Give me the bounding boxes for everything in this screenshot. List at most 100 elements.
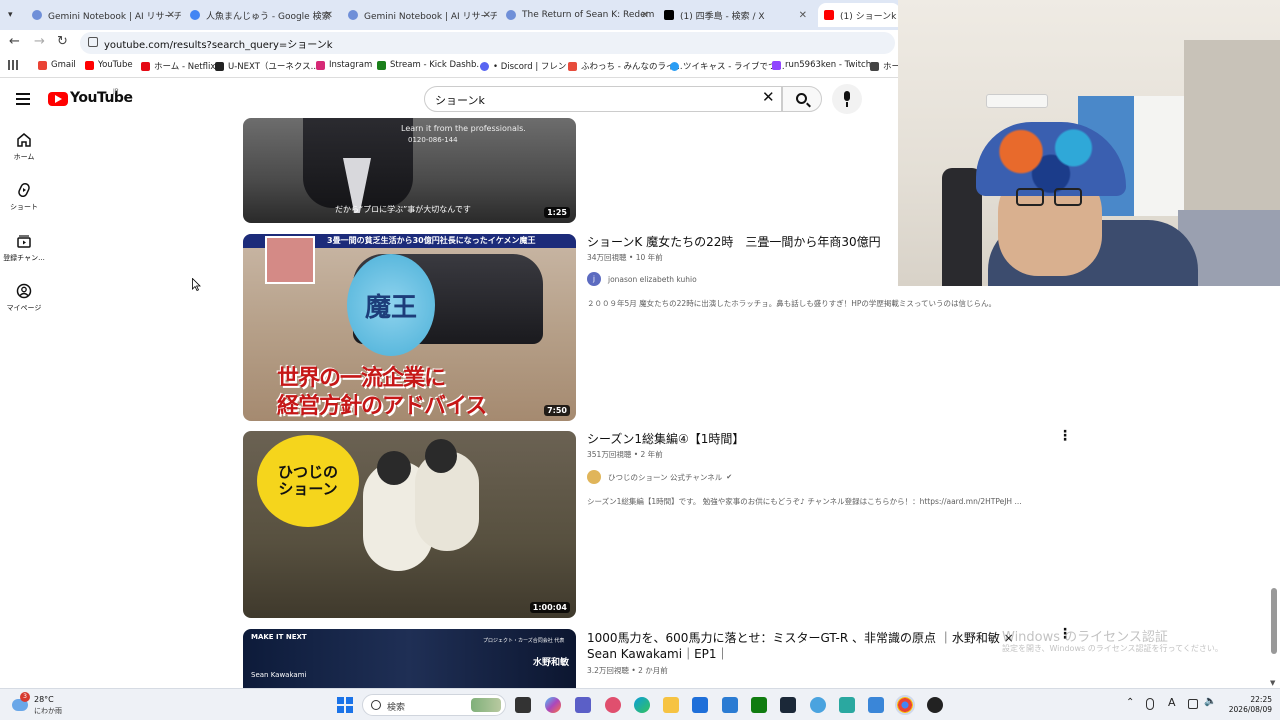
gemini-icon: [506, 10, 516, 20]
xbox-icon[interactable]: [751, 697, 767, 713]
view-count: 34万回視聴: [587, 253, 627, 262]
instagram-icon: [316, 60, 325, 70]
tab-sean-k[interactable]: The Return of Sean K: Redemp ✕: [500, 3, 655, 27]
file-explorer-icon[interactable]: [663, 697, 679, 713]
tab-google-search[interactable]: 人魚まんじゅう - Google 検索 ✕: [184, 3, 339, 27]
voice-search-button[interactable]: [832, 84, 862, 114]
x-logo-icon: [664, 10, 674, 20]
app-icon[interactable]: [810, 697, 826, 713]
channel-link[interactable]: ひつじのショーン 公式チャンネル ✔: [587, 470, 732, 484]
kick-icon: [377, 60, 386, 70]
search-icon: [371, 700, 381, 710]
app-icon[interactable]: [927, 697, 943, 713]
close-icon[interactable]: ✕: [641, 10, 649, 21]
wall-shade: [1184, 40, 1280, 230]
bookmark-home[interactable]: ホー: [870, 60, 900, 72]
video-thumbnail[interactable]: ひつじのショーン 1:00:04: [243, 431, 576, 618]
video-title[interactable]: 1000馬力を、600馬力に落とせ：ミスターGT-R 、非常識の原点 ｜水野和敏…: [587, 630, 1037, 662]
nav-shorts[interactable]: ショート: [0, 182, 48, 212]
back-icon[interactable]: ←: [9, 34, 20, 49]
reload-icon[interactable]: ↻: [57, 34, 68, 49]
tab-list-button[interactable]: ▾: [2, 3, 24, 27]
video-title[interactable]: シーズン1総集編④【1時間】: [587, 431, 1037, 447]
youtube-logo-icon[interactable]: [48, 92, 68, 106]
close-icon[interactable]: ✕: [799, 10, 807, 21]
youtube-icon: [824, 10, 834, 20]
you-icon: [16, 283, 32, 299]
chevron-up-icon[interactable]: ⌃: [1126, 697, 1134, 708]
inset-photo: [265, 236, 315, 284]
sheep-head: [377, 451, 411, 485]
video-metadata: 34万回視聴 • 10 年前: [587, 253, 663, 262]
taskbar-search[interactable]: 検索: [362, 694, 506, 716]
address-toolbar: ← → ↻ youtube.com/results?search_query=シ…: [0, 30, 900, 56]
close-icon[interactable]: ✕: [325, 10, 333, 21]
search-button[interactable]: [782, 86, 822, 112]
bookmark-youtube[interactable]: YouTube: [85, 60, 133, 70]
tab-youtube-active[interactable]: (1) ショーンk - You: [818, 3, 900, 27]
weather-temperature[interactable]: 28°C: [34, 695, 54, 704]
channel-link[interactable]: j jonason elizabeth kuhio: [587, 272, 697, 286]
bookmark-fuwatti[interactable]: ふわっち - みんなのライ...: [568, 60, 683, 72]
view-count: 3.2万回視聴: [587, 666, 629, 675]
tab-gemini-1[interactable]: Gemini Notebook | AI リサーチア ✕: [26, 3, 181, 27]
guest-name: Sean Kawakami: [251, 671, 307, 679]
bookmark-kick[interactable]: Stream - Kick Dashb...: [377, 60, 485, 70]
nav-subscriptions[interactable]: 登録チャン...: [0, 233, 48, 263]
copilot-icon[interactable]: [545, 697, 561, 713]
fuwatti-icon: [568, 61, 577, 71]
scroll-down-icon[interactable]: ▼: [1270, 679, 1275, 687]
search-input[interactable]: ショーンk: [424, 86, 782, 112]
ime-indicator[interactable]: A: [1168, 696, 1176, 709]
tab-label: Gemini Notebook | AI リサーチア: [364, 11, 497, 22]
close-icon[interactable]: ✕: [483, 10, 491, 21]
mic-icon: [844, 91, 850, 101]
forward-icon[interactable]: →: [34, 34, 45, 49]
bookmark-unext[interactable]: U-NEXT（ユーネクス...: [215, 60, 319, 72]
url-field[interactable]: youtube.com/results?search_query=ショーンk: [80, 32, 895, 54]
clock[interactable]: 22:25 2026/08/09: [1226, 695, 1272, 715]
chrome-icon[interactable]: [895, 695, 915, 715]
weather-condition[interactable]: にわか雨: [34, 706, 62, 716]
steam-icon[interactable]: [780, 697, 796, 713]
activation-watermark-text: 設定を開き、Windows のライセンス認証を行ってください。: [1002, 644, 1223, 653]
clear-search-icon[interactable]: ✕: [762, 88, 775, 106]
bookmark-netflix[interactable]: ホーム - Netflix: [141, 60, 215, 72]
tab-gemini-2[interactable]: Gemini Notebook | AI リサーチア ✕: [342, 3, 497, 27]
tab-x-search[interactable]: (1) 四季島 - 検索 / X ✕: [658, 3, 813, 27]
app-icon[interactable]: [605, 697, 621, 713]
bookmark-instagram[interactable]: Instagram: [316, 60, 372, 70]
app-icon[interactable]: [868, 697, 884, 713]
task-view-icon[interactable]: [515, 697, 531, 713]
edge-icon[interactable]: [634, 697, 650, 713]
bookmark-gmail[interactable]: Gmail: [38, 60, 76, 70]
twitch-icon: [772, 60, 781, 70]
site-info-icon[interactable]: [88, 37, 98, 47]
glasses-left: [1016, 188, 1044, 206]
app-icon[interactable]: [839, 697, 855, 713]
volume-icon[interactable]: 🔈: [1204, 696, 1216, 707]
date: 2026/08/09: [1228, 705, 1272, 714]
scrollbar-thumb[interactable]: [1271, 588, 1277, 654]
network-icon[interactable]: [1188, 699, 1198, 709]
nav-home[interactable]: ホーム: [0, 132, 48, 162]
start-button[interactable]: [337, 697, 353, 713]
video-thumbnail[interactable]: MAKE IT NEXT Sean Kawakami プロジェクト・カーズ合同会…: [243, 629, 576, 688]
video-thumbnail[interactable]: 3畳一間の貧乏生活から30億円社長になったイケメン魔王 魔王 世界の一流企業に …: [243, 234, 576, 421]
close-icon[interactable]: ✕: [167, 10, 175, 21]
menu-icon[interactable]: [16, 93, 30, 105]
apps-icon[interactable]: [8, 60, 18, 70]
youtube-logo-text[interactable]: YouTube: [70, 90, 133, 106]
store-icon[interactable]: [692, 697, 708, 713]
more-options-icon[interactable]: ⋮: [1058, 428, 1072, 444]
video-thumbnail[interactable]: Learn it from the professionals. 0120-08…: [243, 118, 576, 223]
bookmark-twitch[interactable]: run5963ken - Twitch: [772, 60, 871, 70]
bookmark-discord[interactable]: • Discord | フレンド: [480, 60, 575, 72]
outlook-icon[interactable]: [722, 697, 738, 713]
teams-icon[interactable]: [575, 697, 591, 713]
nav-you[interactable]: マイページ: [0, 283, 48, 313]
mic-icon[interactable]: [1146, 698, 1154, 710]
bookmark-twitcasting[interactable]: ツイキャス - ライブでつ...: [670, 60, 785, 72]
upload-age: 2 年前: [640, 450, 663, 459]
tab-label: 人魚まんじゅう - Google 検索: [206, 11, 331, 22]
